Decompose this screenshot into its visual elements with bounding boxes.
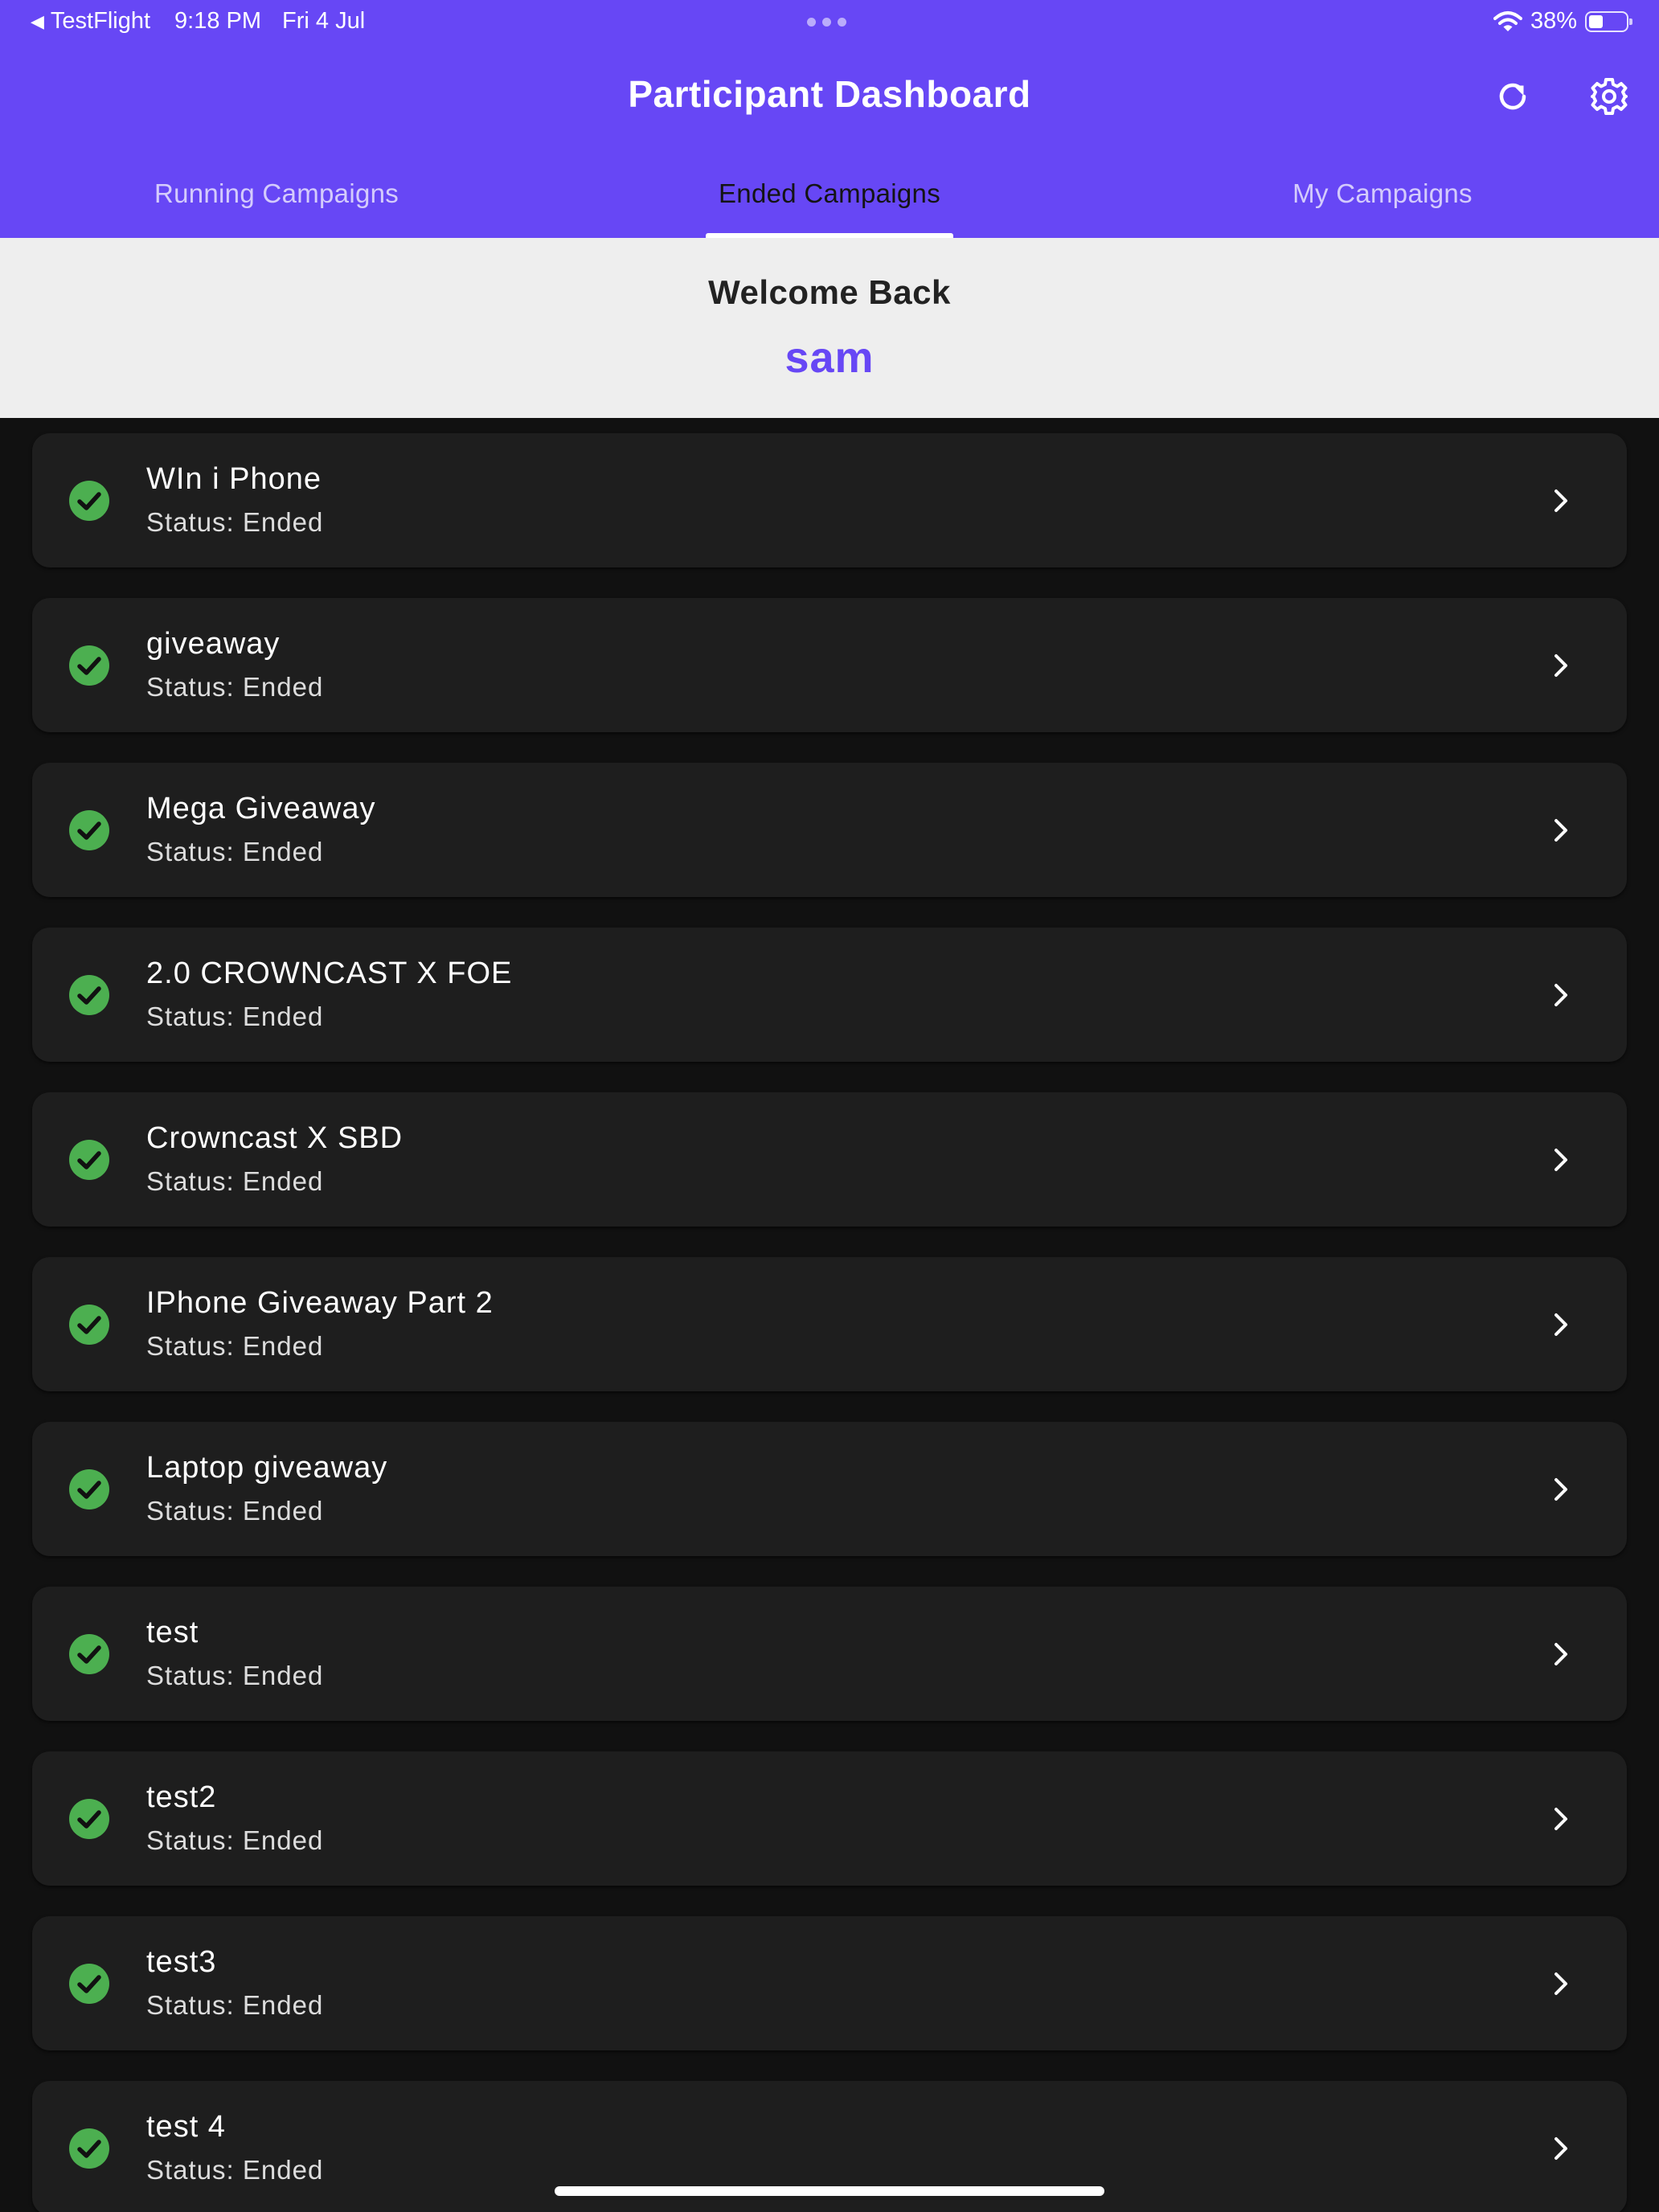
campaign-status: Status: Ended [146, 2155, 324, 2185]
check-circle-icon [69, 1634, 109, 1674]
dot [838, 18, 846, 27]
refresh-button[interactable] [1490, 74, 1535, 119]
chevron-right-icon [1555, 490, 1567, 512]
chevron-right-icon [1555, 1808, 1567, 1830]
username: sam [784, 334, 875, 382]
welcome-label: Welcome Back [708, 273, 951, 311]
status-time: 9:18 PM [174, 8, 262, 34]
back-app-name[interactable]: TestFlight [51, 8, 150, 35]
campaign-card[interactable]: Laptop giveaway Status: Ended [32, 1422, 1627, 1556]
status-date: Fri 4 Jul [282, 8, 366, 34]
campaign-status: Status: Ended [146, 1496, 324, 1526]
campaign-card[interactable]: Mega Giveaway Status: Ended [32, 763, 1627, 897]
campaign-list: WIn i Phone Status: Ended giveaway Status: … [32, 433, 1627, 2212]
campaign-card[interactable]: Crowncast X SBD Status: Ended [32, 1092, 1627, 1227]
tab-bar: Running Campaigns Ended Campaigns My Cam… [0, 166, 1659, 238]
tab-ended-campaigns[interactable]: Ended Campaigns [553, 166, 1106, 238]
campaign-title: Mega Giveaway [146, 792, 376, 825]
check-circle-icon [69, 1964, 109, 2004]
check-circle-icon [69, 481, 109, 521]
page-title: Participant Dashboard [628, 73, 1031, 115]
campaign-card[interactable]: 2.0 CROWNCAST X FOE Status: Ended [32, 928, 1627, 1062]
campaign-status: Status: Ended [146, 1661, 324, 1690]
campaign-title: test 4 [146, 2110, 226, 2144]
check-circle-icon [69, 1305, 109, 1345]
check-circle-icon [69, 645, 109, 686]
check-circle-icon [69, 1469, 109, 1509]
campaign-card[interactable]: test3 Status: Ended [32, 1916, 1627, 2050]
campaign-title: test3 [146, 1945, 217, 1979]
dot [807, 18, 816, 27]
campaign-title: Laptop giveaway [146, 1451, 388, 1485]
campaign-status: Status: Ended [146, 837, 324, 866]
campaign-title: test [146, 1616, 199, 1649]
chevron-right-icon [1555, 1313, 1567, 1336]
tab-label: Ended Campaigns [718, 178, 940, 208]
chevron-right-icon [1555, 1972, 1567, 1995]
campaign-status: Status: Ended [146, 1166, 324, 1196]
status-bar-right: 38% [1493, 8, 1632, 35]
multitasking-dots-icon[interactable] [807, 18, 846, 27]
chevron-right-icon [1555, 654, 1567, 677]
campaign-status: Status: Ended [146, 1825, 324, 1855]
dot [822, 18, 831, 27]
campaign-title: giveaway [146, 627, 281, 661]
chevron-right-icon [1555, 1478, 1567, 1501]
gear-icon [1591, 78, 1628, 115]
welcome-banner: Welcome Back sam [0, 238, 1659, 418]
campaign-status: Status: Ended [146, 1002, 324, 1031]
tab-running-campaigns[interactable]: Running Campaigns [0, 166, 553, 238]
back-to-app-icon[interactable]: ◀ [31, 11, 44, 32]
check-circle-icon [69, 1140, 109, 1180]
chevron-right-icon [1555, 984, 1567, 1006]
campaign-card[interactable]: test Status: Ended [32, 1587, 1627, 1721]
battery-tip [1629, 18, 1632, 25]
check-circle-icon [69, 1799, 109, 1839]
tab-label: Running Campaigns [154, 178, 399, 208]
campaign-title: WIn i Phone [146, 462, 322, 496]
battery-level [1589, 14, 1603, 28]
app-header: ◀ TestFlight 9:18 PM Fri 4 Jul 38% Parti… [0, 0, 1659, 238]
campaign-card[interactable]: IPhone Giveaway Part 2 Status: Ended [32, 1257, 1627, 1391]
status-bar: ◀ TestFlight 9:18 PM Fri 4 Jul 38% [0, 0, 1659, 45]
campaign-status: Status: Ended [146, 1331, 324, 1361]
tab-label: My Campaigns [1292, 178, 1473, 208]
campaign-card[interactable]: test2 Status: Ended [32, 1751, 1627, 1886]
refresh-icon [1499, 83, 1526, 110]
battery-percent: 38% [1530, 8, 1577, 34]
campaign-card[interactable]: giveaway Status: Ended [32, 598, 1627, 732]
campaign-title: Crowncast X SBD [146, 1121, 403, 1155]
app-screen: ◀ TestFlight 9:18 PM Fri 4 Jul 38% Parti… [0, 0, 1659, 2212]
status-bar-left: ◀ TestFlight 9:18 PM Fri 4 Jul [31, 8, 365, 35]
chevron-right-icon [1555, 1643, 1567, 1665]
campaign-title: 2.0 CROWNCAST X FOE [146, 956, 513, 990]
check-circle-icon [69, 975, 109, 1015]
check-circle-icon [69, 810, 109, 850]
wifi-icon [1493, 10, 1522, 31]
home-indicator[interactable] [555, 2186, 1104, 2196]
chevron-right-icon [1555, 819, 1567, 842]
campaign-status: Status: Ended [146, 1990, 324, 2020]
check-circle-icon [69, 2128, 109, 2169]
campaign-title: IPhone Giveaway Part 2 [146, 1286, 494, 1320]
tab-my-campaigns[interactable]: My Campaigns [1106, 166, 1659, 238]
campaign-title: test2 [146, 1780, 217, 1814]
campaign-card[interactable]: WIn i Phone Status: Ended [32, 433, 1627, 567]
settings-button[interactable] [1587, 74, 1632, 119]
chevron-right-icon [1555, 1149, 1567, 1171]
campaign-status: Status: Ended [146, 672, 324, 702]
chevron-right-icon [1555, 2137, 1567, 2160]
campaign-status: Status: Ended [146, 507, 324, 537]
battery-icon [1585, 10, 1632, 32]
